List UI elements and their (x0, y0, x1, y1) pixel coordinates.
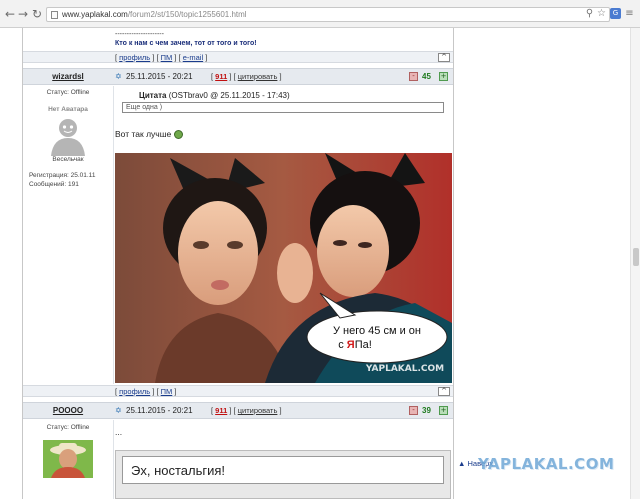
pm-link[interactable]: ПМ (161, 53, 173, 62)
rate-down-button[interactable]: - (409, 72, 418, 81)
post-text: ... (115, 427, 123, 437)
post-date: 25.11.2015 - 20:21 (126, 72, 193, 81)
profile-link[interactable]: профиль (119, 387, 150, 396)
post-meta: [ 911 ] [ цитировать ] (211, 406, 282, 415)
profile-link[interactable]: профиль (119, 53, 150, 62)
smile-icon (173, 130, 183, 140)
post-image[interactable]: У него 45 см и он с ЯПа! YAPLAKAL.COM (115, 153, 452, 383)
user-status: Статус: Offline (46, 424, 90, 431)
post-footer-links: [ профиль ] [ ПМ ] (115, 387, 177, 396)
post-image-card[interactable]: Эх, ностальгия! (115, 450, 451, 499)
post-number[interactable]: 911 (215, 406, 227, 415)
user-status: Статус: Offline (46, 89, 90, 96)
bubble-line-2: с ЯПа! (338, 339, 372, 351)
magnifier-icon[interactable]: ⚲ (584, 8, 595, 19)
post-header: POOOO ✡ 25.11.2015 - 20:21 [ 911 ] [ цит… (23, 402, 453, 419)
scrollbar[interactable] (630, 28, 640, 499)
author-name[interactable]: POOOO (23, 406, 113, 415)
forum-thread: --------------------- Кто к нам с чем за… (22, 28, 454, 499)
scroll-top-button[interactable]: ^ (438, 387, 450, 396)
user-rank: Весельчак (52, 156, 84, 163)
user-registration: Регистрация: 25.01.11 Сообщений: 191 (29, 172, 96, 188)
forward-arrow-icon[interactable]: → (17, 8, 29, 20)
scrollbar-thumb[interactable] (633, 248, 639, 266)
avatar[interactable] (43, 440, 93, 478)
bubble-line-1: У него 45 см и он (333, 325, 421, 337)
post-date: 25.11.2015 - 20:21 (126, 406, 193, 415)
browser-toolbar: ← → ↻ www.yaplakal.com/forum2/st/150/top… (0, 0, 640, 28)
quote-link[interactable]: цитировать (238, 72, 278, 81)
extension-icon[interactable]: G (610, 8, 621, 19)
post-footer: [ профиль ] [ ПМ ] ^ (23, 385, 453, 397)
post-rating: 45 (422, 72, 431, 81)
avatar-caption: Нет Аватара (48, 106, 88, 113)
reload-icon[interactable]: ↻ (31, 8, 43, 20)
post-meta: [ 911 ] [ цитировать ] (211, 72, 282, 81)
address-bar[interactable]: www.yaplakal.com/forum2/st/150/topic1255… (46, 7, 610, 22)
back-arrow-icon[interactable]: ← (4, 8, 16, 20)
post-link-icon[interactable]: ✡ (115, 406, 122, 415)
pm-link[interactable]: ПМ (161, 387, 173, 396)
menu-icon[interactable]: ≡ (624, 8, 635, 19)
address-url: www.yaplakal.com/forum2/st/150/topic1255… (62, 10, 247, 19)
card-title: Эх, ностальгия! (122, 456, 444, 484)
star-icon[interactable]: ☆ (596, 8, 607, 19)
quote-link[interactable]: цитировать (238, 406, 278, 415)
post-link-icon[interactable]: ✡ (115, 72, 122, 81)
post-photo: У него 45 см и он с ЯПа! YAPLAKAL.COM (115, 153, 452, 383)
email-link[interactable]: e-mail (183, 53, 203, 62)
column-divider (113, 86, 114, 384)
rate-up-button[interactable]: + (439, 72, 448, 81)
rate-down-button[interactable]: - (409, 406, 418, 415)
page-content: --------------------- Кто к нам с чем за… (0, 28, 640, 499)
quote-header: Цитата (OSTbrav0 @ 25.11.2015 - 17:43) (139, 91, 290, 100)
image-watermark: YAPLAKAL.COM (365, 364, 444, 374)
post-header: wizardsl ✡ 25.11.2015 - 20:21 [ 911 ] [ … (23, 68, 453, 85)
author-name[interactable]: wizardsl (23, 72, 113, 81)
post-footer-links: [ профиль ] [ ПМ ] [ e-mail ] (115, 53, 208, 62)
signature-separator: --------------------- (115, 31, 164, 38)
scroll-top-button[interactable]: ^ (438, 53, 450, 62)
quote-box: Еще одна ) (122, 102, 444, 113)
avatar-photo (43, 440, 93, 478)
post-text: Вот так лучше (115, 129, 183, 140)
signature-text: Кто к нам с чем зачем, тот от того и тог… (115, 40, 257, 47)
rate-up-button[interactable]: + (439, 406, 448, 415)
post-footer: [ профиль ] [ ПМ ] [ e-mail ] ^ (23, 51, 453, 63)
page-icon (51, 11, 58, 19)
site-watermark: YAPLAKAL.COM (478, 455, 615, 473)
post-rating: 39 (422, 406, 431, 415)
column-divider (113, 420, 114, 499)
post-number[interactable]: 911 (215, 72, 227, 81)
